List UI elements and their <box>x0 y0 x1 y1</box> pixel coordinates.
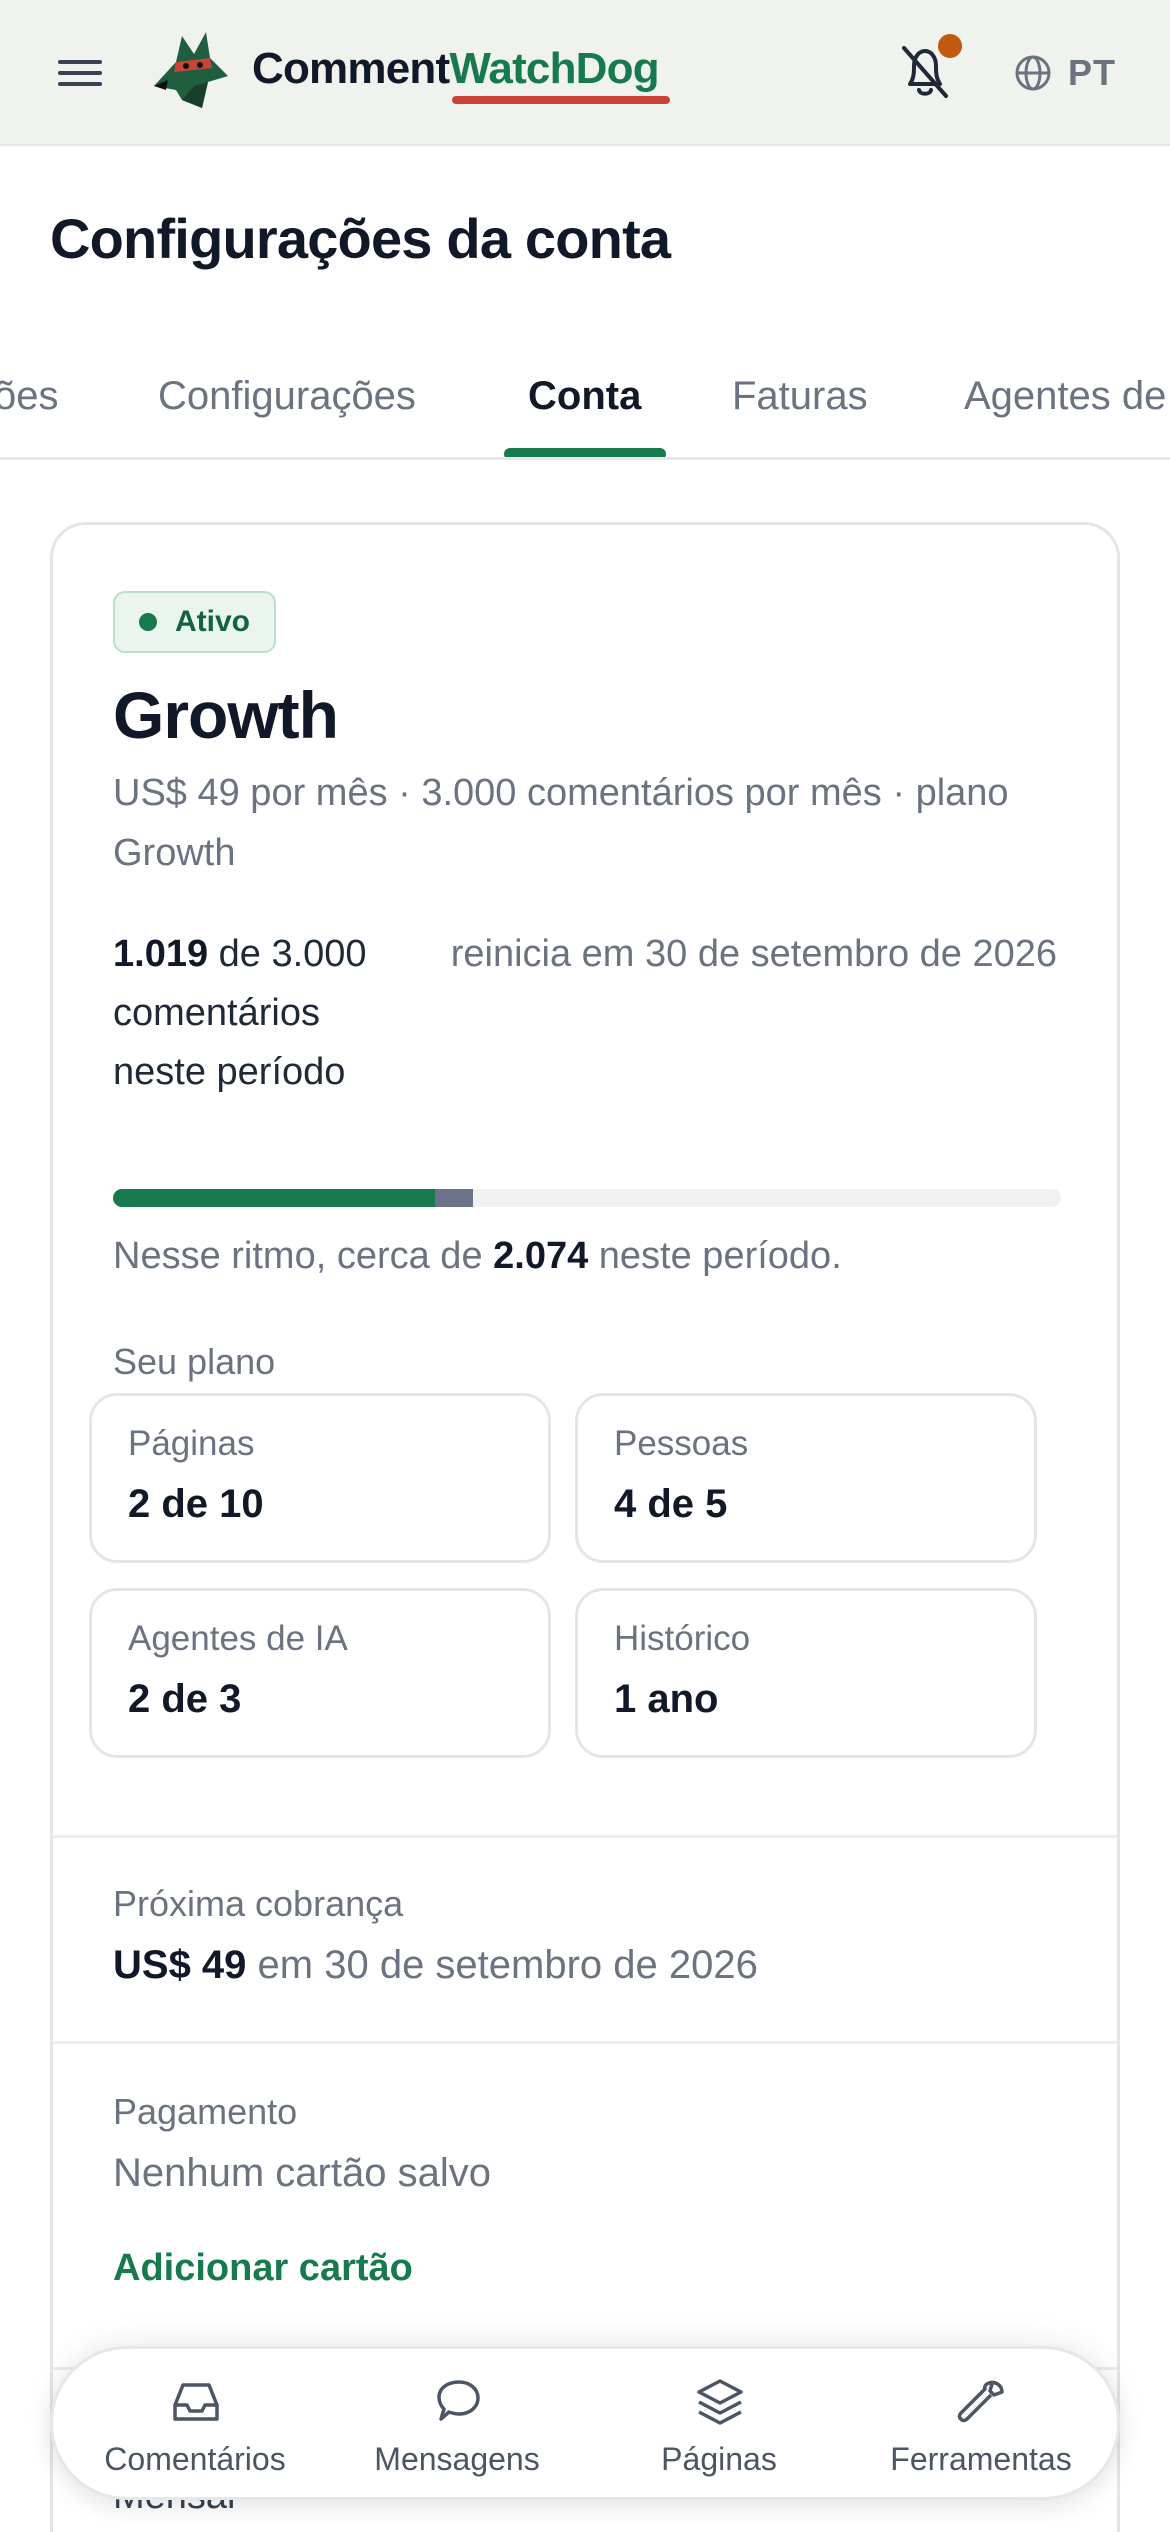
tab-conta[interactable]: Conta <box>528 374 641 419</box>
nav-comentarios[interactable]: Comentários <box>75 2375 315 2485</box>
layers-icon <box>697 2379 743 2425</box>
tile-value: 1 ano <box>614 1677 719 1721</box>
reset-date: reinicia em 30 de setembro de 2026 <box>450 933 1057 975</box>
menu-icon <box>58 60 102 86</box>
plan-name: Growth <box>113 678 339 752</box>
payment-label: Pagamento <box>113 2091 298 2132</box>
add-card-link[interactable]: Adicionar cartão <box>113 2247 413 2290</box>
pace-value: 2.074 <box>493 1235 589 1277</box>
next-charge-amount: US$ 49 <box>113 1943 247 1987</box>
tile-label: Páginas <box>128 1424 255 1463</box>
usage-count: 1.019 de 3.000 comentários neste período <box>113 925 403 1102</box>
tile-value: 4 de 5 <box>614 1482 728 1526</box>
nav-paginas[interactable]: Páginas <box>599 2375 839 2485</box>
status-dot <box>139 613 157 631</box>
top-bar: CommentWatchDog PT <box>0 0 1170 146</box>
globe-icon <box>1015 55 1051 91</box>
tab-configuracoes[interactable]: Configurações <box>158 374 416 419</box>
plan-tile-people: Pessoas 4 de 5 <box>575 1393 1037 1563</box>
pace-projection: Nesse ritmo, cerca de 2.074 neste períod… <box>113 1235 842 1278</box>
brand-part-comment: Comment <box>252 44 450 93</box>
nav-ferramentas[interactable]: Ferramentas <box>861 2375 1101 2485</box>
status-badge-label: Ativo <box>175 605 250 638</box>
section-divider <box>53 1835 1117 1838</box>
section-divider <box>53 2041 1117 2044</box>
bottom-navigation: Comentários Mensagens Páginas Ferramenta… <box>50 2346 1120 2500</box>
tile-label: Agentes de IA <box>128 1619 348 1658</box>
nav-label: Páginas <box>661 2441 777 2477</box>
page-title: Configurações da conta <box>50 207 671 270</box>
chat-bubble-icon <box>437 2380 480 2421</box>
menu-button[interactable] <box>50 50 110 96</box>
brand-underline <box>452 96 670 104</box>
tile-label: Pessoas <box>614 1424 749 1463</box>
pace-prefix: Nesse ritmo, cerca de <box>113 1235 494 1277</box>
inbox-icon <box>173 2383 219 2421</box>
tile-label: Histórico <box>614 1619 751 1658</box>
account-settings-screen: CommentWatchDog PT Configurações da cont… <box>0 0 1170 2532</box>
next-charge-date: em 30 de setembro de 2026 <box>246 1943 758 1987</box>
usage-progress-fill <box>113 1189 435 1207</box>
language-label: PT <box>1068 52 1117 93</box>
nav-label: Comentários <box>104 2441 286 2477</box>
your-plan-label: Seu plano <box>113 1341 276 1382</box>
usage-used: 1.019 <box>113 933 209 975</box>
next-charge-value: US$ 49 em 30 de setembro de 2026 <box>113 1943 758 1988</box>
tab-faturas[interactable]: Faturas <box>732 374 868 419</box>
tab-partial-left[interactable]: ões <box>0 374 59 419</box>
tab-agentes[interactable]: Agentes de <box>964 374 1166 419</box>
payment-status: Nenhum cartão salvo <box>113 2151 491 2195</box>
status-badge: Ativo <box>113 591 276 653</box>
tile-value: 2 de 10 <box>128 1482 264 1526</box>
brand-name: CommentWatchDog <box>252 44 660 94</box>
plan-tile-pages: Páginas 2 de 10 <box>89 1393 551 1563</box>
nav-label: Ferramentas <box>890 2441 1072 2477</box>
wrench-icon <box>957 2380 1004 2423</box>
plan-tile-history: Histórico 1 ano <box>575 1588 1037 1758</box>
next-charge-label: Próxima cobrança <box>113 1883 404 1924</box>
plan-tile-ai-agents: Agentes de IA 2 de 3 <box>89 1588 551 1758</box>
plan-card: Ativo Growth US$ 49 por mês · 3.000 come… <box>50 522 1120 2532</box>
notification-dot <box>938 34 962 58</box>
usage-progress-projected <box>435 1189 473 1207</box>
settings-tabs: ões Configurações Conta Faturas Agentes … <box>0 360 1170 460</box>
nav-label: Mensagens <box>374 2441 540 2477</box>
brand-part-watchdog: WatchDog <box>449 44 659 93</box>
tile-value: 2 de 3 <box>128 1677 242 1721</box>
dog-logo-icon <box>154 32 228 108</box>
usage-progress-bar <box>113 1189 1061 1207</box>
nav-mensagens[interactable]: Mensagens <box>337 2375 577 2485</box>
pace-suffix: neste período. <box>588 1235 842 1277</box>
language-selector[interactable]: PT <box>1012 48 1116 98</box>
active-tab-indicator <box>504 448 666 457</box>
plan-description: US$ 49 por mês · 3.000 comentários por m… <box>113 772 1009 874</box>
